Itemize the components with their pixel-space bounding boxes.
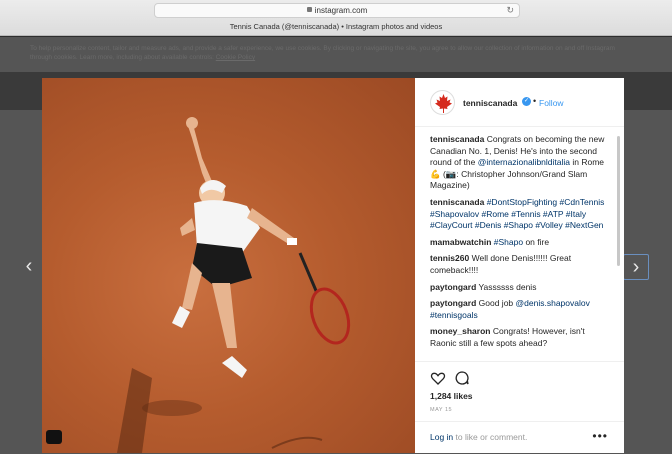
cookie-text: To help personalize content, tailor and … bbox=[30, 45, 615, 61]
lock-icon bbox=[306, 7, 312, 12]
login-text: to like or comment. bbox=[453, 432, 528, 442]
post-username[interactable]: tenniscanada bbox=[463, 98, 517, 108]
login-prompt: Log in to like or comment. bbox=[430, 432, 527, 442]
comment-item: tennis260 Well done Denis!!!!!! Great co… bbox=[430, 253, 610, 276]
comment-tag[interactable]: @internazionalibnlditalia bbox=[478, 157, 570, 167]
comment-user[interactable]: tennis260 bbox=[430, 253, 469, 263]
maple-leaf-icon bbox=[435, 94, 452, 113]
follow-button[interactable]: Follow bbox=[539, 98, 564, 108]
comment-user[interactable]: money_sharon bbox=[430, 326, 490, 336]
url-text: instagram.com bbox=[314, 6, 368, 15]
cookie-policy-link[interactable]: Cookie Policy bbox=[216, 54, 255, 61]
avatar[interactable] bbox=[430, 90, 455, 115]
comment-user[interactable]: mamabwatchin bbox=[430, 237, 491, 247]
comment-text: Yassssss denis bbox=[478, 281, 537, 292]
more-options-icon[interactable]: ••• bbox=[592, 429, 608, 443]
comment-icon[interactable] bbox=[454, 370, 470, 386]
comment-tag[interactable]: #Shapo bbox=[494, 237, 523, 247]
comment-user[interactable]: paytongard bbox=[430, 282, 476, 292]
likes-count[interactable]: 1,284 likes bbox=[430, 391, 473, 401]
comment-item: tenniscanada Congrats on becoming the ne… bbox=[430, 134, 610, 192]
address-bar[interactable]: instagram.com ↻ bbox=[154, 3, 520, 18]
comment-item: paytongard Yassssss denis bbox=[430, 282, 610, 294]
comments-scrollbar[interactable] bbox=[617, 136, 620, 266]
user-tag-icon[interactable] bbox=[46, 430, 62, 444]
comment-item: paytongard Good job @denis.shapovalov #t… bbox=[430, 298, 610, 321]
browser-chrome: instagram.com ↻ Tennis Canada (@tennisca… bbox=[0, 0, 672, 36]
chevron-right-icon[interactable]: › bbox=[623, 254, 649, 280]
login-bar: Log in to like or comment. ••• bbox=[415, 421, 624, 454]
post-date[interactable]: MAY 15 bbox=[430, 407, 452, 413]
comment-user[interactable]: tenniscanada bbox=[430, 134, 484, 144]
comment-item: money_sharon Congrats! However, isn't Ra… bbox=[430, 326, 610, 349]
tennis-player-illustration bbox=[117, 117, 351, 453]
comment-user[interactable]: tenniscanada bbox=[430, 197, 484, 207]
reload-icon[interactable]: ↻ bbox=[506, 4, 514, 17]
post-actions: 1,284 likes MAY 15 Log in to like or com… bbox=[415, 361, 624, 453]
comment-text-tail: on fire bbox=[523, 236, 550, 247]
comment-item: mamabwatchin #Shapo on fire bbox=[430, 237, 610, 249]
heart-icon[interactable] bbox=[430, 370, 446, 386]
separator-dot: • bbox=[533, 96, 537, 106]
verified-badge-icon: ✓ bbox=[522, 97, 531, 106]
comment-text: Good job bbox=[478, 298, 516, 309]
chevron-left-icon[interactable]: ‹ bbox=[16, 254, 42, 280]
post-header: tenniscanada ✓ • Follow bbox=[415, 78, 624, 127]
comments-list[interactable]: tenniscanada Congrats on becoming the ne… bbox=[415, 128, 624, 360]
tab-title: Tennis Canada (@tenniscanada) • Instagra… bbox=[229, 22, 443, 31]
comment-user[interactable]: paytongard bbox=[430, 298, 476, 308]
post-panel: tenniscanada ✓ • Follow tenniscanada Con… bbox=[415, 78, 624, 453]
comment-item: tenniscanada #DontStopFighting #CdnTenni… bbox=[430, 197, 610, 232]
post-photo[interactable] bbox=[42, 78, 415, 453]
login-link[interactable]: Log in bbox=[430, 432, 453, 442]
cookie-notice: To help personalize content, tailor and … bbox=[30, 44, 630, 62]
